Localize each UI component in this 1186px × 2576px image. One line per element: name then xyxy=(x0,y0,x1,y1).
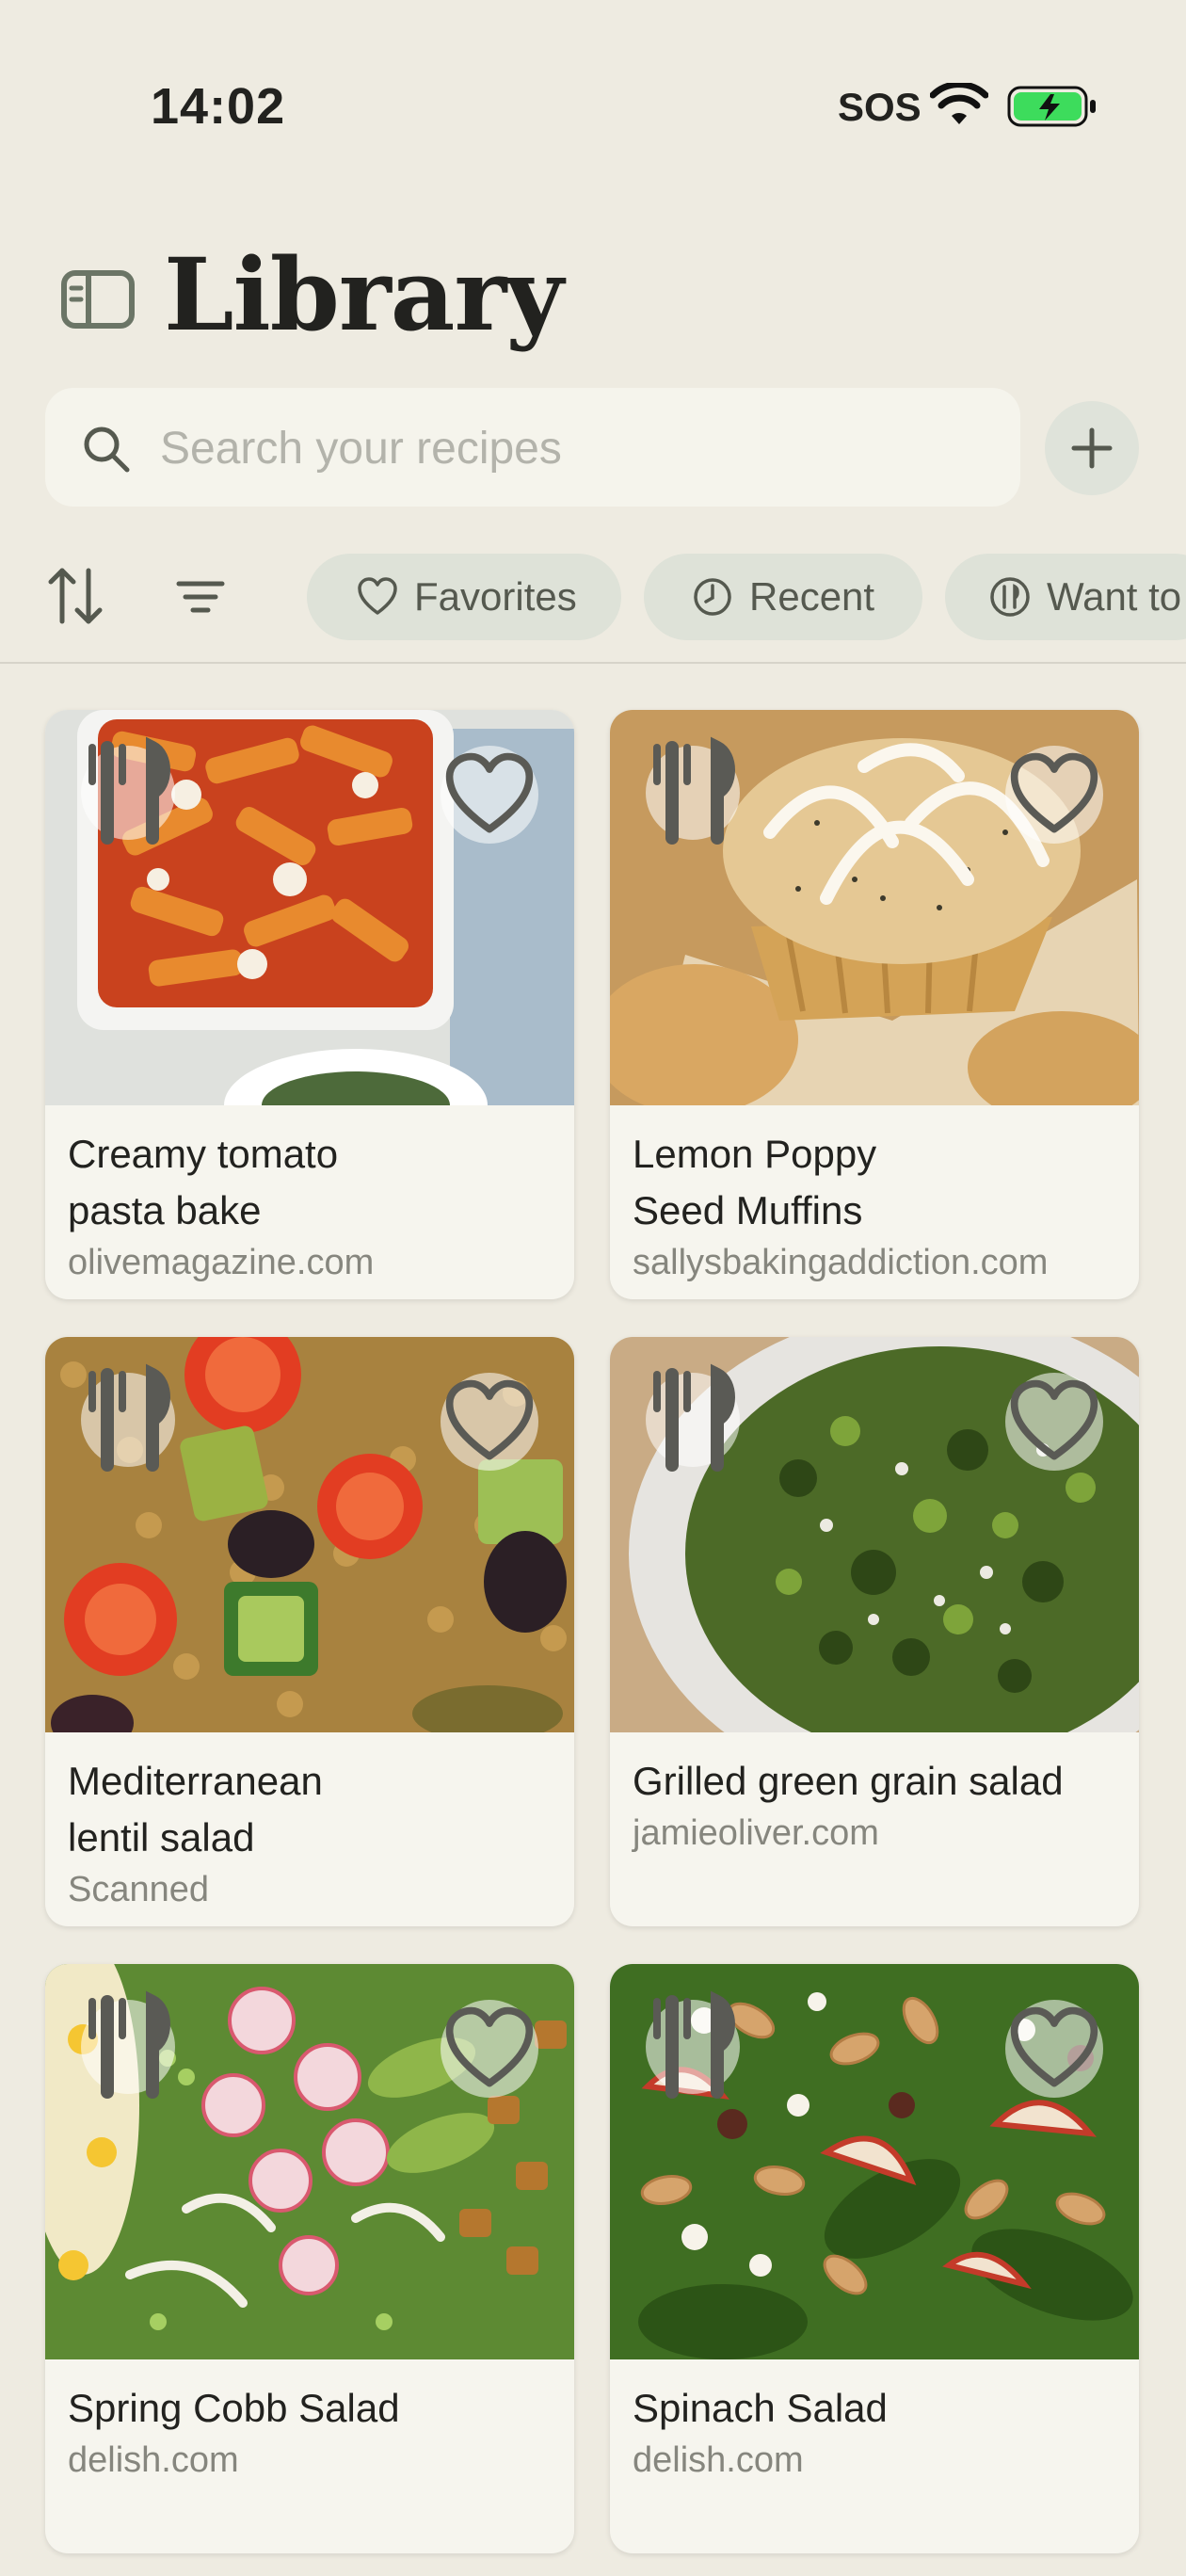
utensils-icon xyxy=(990,577,1030,617)
recipe-photo xyxy=(45,1337,574,1732)
recipe-photo xyxy=(610,1964,1139,2359)
carrier-label: SOS xyxy=(838,85,922,129)
status-bar: 14:02 SOS xyxy=(0,0,1186,160)
favorite-button[interactable] xyxy=(441,1373,538,1471)
recipe-card[interactable]: Mediterranean lentil salad Scanned xyxy=(45,1337,574,1926)
recipe-title: Creamy tomato pasta bake xyxy=(68,1132,339,1232)
recipe-card[interactable]: Lemon Poppy Seed Muffins sallysbakingadd… xyxy=(610,710,1139,1299)
favorite-button[interactable] xyxy=(1005,746,1103,844)
recipe-type-button[interactable] xyxy=(646,736,740,845)
recipe-source: delish.com xyxy=(68,2440,239,2480)
recipe-photo xyxy=(45,710,574,1105)
favorite-button[interactable] xyxy=(441,746,538,844)
heart-icon xyxy=(1010,752,1098,833)
wifi-icon xyxy=(930,83,988,124)
recipe-photo xyxy=(610,1337,1139,1732)
fork-knife-icon xyxy=(653,736,735,845)
recipe-source: jamieoliver.com xyxy=(633,1813,879,1853)
recipe-title: Grilled green grain salad xyxy=(633,1759,1064,1803)
recipe-title: Spring Cobb Salad xyxy=(68,2386,400,2430)
recipe-type-button[interactable] xyxy=(81,1363,175,1472)
sidebar-toggle-icon[interactable] xyxy=(60,269,136,330)
fork-knife-icon xyxy=(653,1990,735,2099)
recipe-title: Spinach Salad xyxy=(633,2386,888,2430)
recipe-type-button[interactable] xyxy=(646,1363,740,1472)
sort-icon[interactable] xyxy=(45,565,105,627)
status-time: 14:02 xyxy=(151,78,286,135)
recipe-type-button[interactable] xyxy=(81,736,175,845)
chip-want-to-cook[interactable]: Want to xyxy=(945,554,1186,640)
recipe-source: delish.com xyxy=(633,2440,804,2480)
clock-icon xyxy=(694,578,731,616)
recipe-source: olivemagazine.com xyxy=(68,1243,375,1282)
heart-icon xyxy=(358,577,397,615)
search-input[interactable] xyxy=(158,388,990,508)
search-icon xyxy=(84,427,130,473)
plus-icon xyxy=(1071,427,1113,469)
recipe-card[interactable]: Spring Cobb Salad delish.com xyxy=(45,1964,574,2553)
fork-knife-icon xyxy=(88,736,170,845)
recipe-source: sallysbakingaddiction.com xyxy=(633,1243,1049,1282)
recipe-photo xyxy=(45,1964,574,2359)
chip-label: Want to xyxy=(1047,574,1182,619)
recipe-photo xyxy=(610,710,1139,1105)
recipe-title: Lemon Poppy Seed Muffins xyxy=(633,1132,877,1232)
fork-knife-icon xyxy=(653,1363,735,1472)
recipe-card[interactable]: Spinach Salad delish.com xyxy=(610,1964,1139,2553)
chip-favorites[interactable]: Favorites xyxy=(307,554,621,640)
recipe-title: Mediterranean lentil salad xyxy=(68,1759,323,1860)
add-recipe-button[interactable] xyxy=(1045,401,1139,495)
fork-knife-icon xyxy=(88,1990,170,2099)
search-bar[interactable] xyxy=(45,388,1020,508)
favorite-button[interactable] xyxy=(1005,1373,1103,1471)
heart-icon xyxy=(445,752,534,833)
divider xyxy=(0,662,1186,664)
heart-icon xyxy=(1010,2006,1098,2087)
filter-icon[interactable] xyxy=(175,578,226,616)
heart-icon xyxy=(445,2006,534,2087)
favorite-button[interactable] xyxy=(441,2000,538,2098)
battery-charging-icon xyxy=(1007,86,1096,127)
heart-icon xyxy=(1010,1379,1098,1460)
page-title: Library xyxy=(164,235,564,353)
heart-icon xyxy=(445,1379,534,1460)
recipe-source: Scanned xyxy=(68,1870,210,1909)
recipe-card[interactable]: Creamy tomato pasta bake olivemagazine.c… xyxy=(45,710,574,1299)
recipe-type-button[interactable] xyxy=(81,1990,175,2099)
favorite-button[interactable] xyxy=(1005,2000,1103,2098)
chip-label: Favorites xyxy=(414,574,577,619)
chip-recent[interactable]: Recent xyxy=(644,554,922,640)
fork-knife-icon xyxy=(88,1363,170,1472)
recipe-card[interactable]: Grilled green grain salad jamieoliver.co… xyxy=(610,1337,1139,1926)
chip-label: Recent xyxy=(749,574,875,619)
recipe-type-button[interactable] xyxy=(646,1990,740,2099)
